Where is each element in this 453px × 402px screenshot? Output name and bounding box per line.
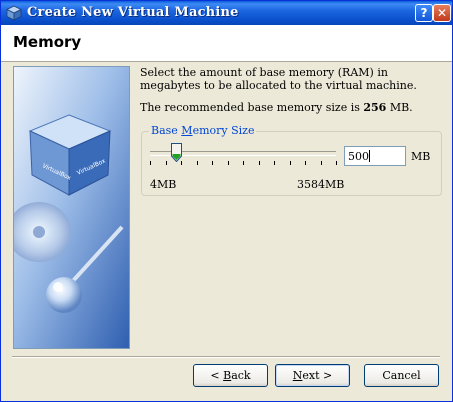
- back-button-prefix: <: [210, 369, 224, 382]
- memory-slider-thumb[interactable]: [171, 143, 182, 162]
- page-header: Memory: [1, 25, 452, 62]
- recommendation-text: The recommended base memory size is 256 …: [140, 101, 413, 114]
- footer-separator: [12, 356, 440, 358]
- slider-tick: [150, 161, 151, 165]
- slider-tick: [336, 161, 337, 165]
- title-bar[interactable]: Create New Virtual Machine ? ✕: [1, 1, 452, 25]
- slider-min-label: 4MB: [150, 178, 177, 191]
- next-button-suffix: ext >: [302, 369, 333, 382]
- back-button-suffix: ack: [231, 369, 251, 382]
- help-button[interactable]: ?: [415, 4, 433, 22]
- memory-size-input[interactable]: 500: [344, 146, 406, 166]
- memory-size-value: 500: [348, 150, 369, 163]
- legend-suffix: emory Size: [192, 124, 255, 137]
- slider-max-label: 3584MB: [297, 178, 345, 191]
- recommended-value: 256: [363, 101, 387, 114]
- slider-tick: [305, 161, 306, 165]
- window-title: Create New Virtual Machine: [27, 5, 239, 20]
- next-button[interactable]: Next >: [275, 364, 350, 387]
- legend-accelerator: M: [181, 124, 193, 137]
- recommendation-suffix: MB.: [386, 101, 413, 114]
- slider-tick: [321, 161, 322, 165]
- slider-tick: [290, 161, 291, 165]
- memory-unit-label: MB: [411, 150, 431, 163]
- close-button[interactable]: ✕: [433, 4, 451, 22]
- back-button[interactable]: < Back: [193, 364, 268, 387]
- cancel-button[interactable]: Cancel: [364, 364, 439, 387]
- description-text: Select the amount of base memory (RAM) i…: [140, 66, 417, 92]
- content-area: Select the amount of base memory (RAM) i…: [140, 66, 440, 114]
- next-button-accelerator: N: [292, 369, 303, 382]
- page-title: Memory: [13, 33, 82, 51]
- base-memory-legend: Base Memory Size: [149, 124, 257, 137]
- slider-tick: [197, 161, 198, 165]
- virtualbox-icon: [6, 5, 22, 21]
- wizard-side-image: VirtualBox VirtualBox: [13, 66, 130, 349]
- slider-tick: [212, 161, 213, 165]
- text-caret: [369, 150, 370, 162]
- legend-prefix: Base: [151, 124, 182, 137]
- back-button-accelerator: B: [223, 369, 232, 382]
- slider-tick: [243, 161, 244, 165]
- slider-tick: [274, 161, 275, 165]
- recommendation-prefix: The recommended base memory size is: [140, 101, 364, 114]
- slider-tick: [166, 161, 167, 165]
- virtualbox-cube-illustration: VirtualBox VirtualBox: [14, 67, 129, 348]
- slider-tick: [228, 161, 229, 165]
- slider-tick: [259, 161, 260, 165]
